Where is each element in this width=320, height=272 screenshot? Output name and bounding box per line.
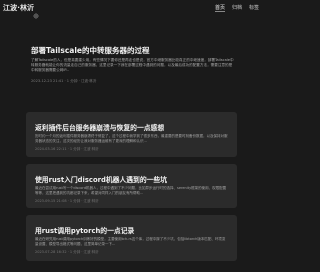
- nav-item-home[interactable]: 首页: [214, 4, 225, 12]
- post-title[interactable]: 使用rust入门discord机器人遇到的一些坑: [35, 174, 167, 184]
- site-title[interactable]: 江波·林沂: [3, 3, 34, 13]
- post-summary: 最近在研究用rust调用pytorch训练好的模型，主要使用tch-rs这个库，…: [35, 237, 226, 246]
- sun-icon[interactable]: [33, 4, 39, 19]
- site-header: 江波·林沂 首页 归档 标签: [0, 0, 263, 19]
- post-card[interactable]: 用rust调用pytorch的一点记录 最近在研究用rust调用pytorch训…: [26, 215, 237, 261]
- hero-post-title[interactable]: 部署Tailscale的中转服务器的过程: [31, 45, 149, 56]
- post-card[interactable]: 返利插件后台服务器崩溃与恢复的一点感想 历时约一个月的返利插件服务器崩溃终于修复…: [26, 112, 237, 157]
- hero-post[interactable]: 部署Tailscale的中转服务器的过程 了解Tailscale的人，但是真要建…: [0, 37, 263, 92]
- post-meta: 2023-09-15 21:08 · 1 分钟 · 江波·林沂: [35, 199, 99, 203]
- post-title[interactable]: 用rust调用pytorch的一点记录: [35, 225, 134, 235]
- nav-item-archive[interactable]: 归档: [232, 4, 242, 12]
- post-card[interactable]: 使用rust入门discord机器人遇到的一些坑 最近在尝试用rust写一个di…: [26, 164, 237, 208]
- main-nav: 首页 归档 标签: [214, 4, 259, 12]
- nav-item-tags[interactable]: 标签: [249, 4, 259, 12]
- post-summary: 历时约一个月的返利插件服务器崩溃终于修复了，这个过程中我学到了很多东西，最重要的…: [35, 134, 228, 143]
- post-meta: 2023-07-28 16:32 · 1 分钟 · 江波·林沂: [35, 250, 99, 254]
- post-title[interactable]: 返利插件后台服务器崩溃与恢复的一点感想: [35, 122, 164, 132]
- hero-post-summary: 了解Tailscale的人，但是真要建少用，有些情况下要你还是再走也是说，官方中…: [31, 58, 234, 73]
- post-meta: 2024-03-16 22:11 · 1 分钟 · 江波·林沂: [35, 147, 99, 151]
- hero-post-meta: 2023-12-23 21:41 · 1 分钟 · 江波·林沂: [31, 79, 97, 83]
- post-summary: 最近在尝试用rust写一个discord机器人，过程中遇到了不少问题，比如异步运…: [35, 186, 227, 195]
